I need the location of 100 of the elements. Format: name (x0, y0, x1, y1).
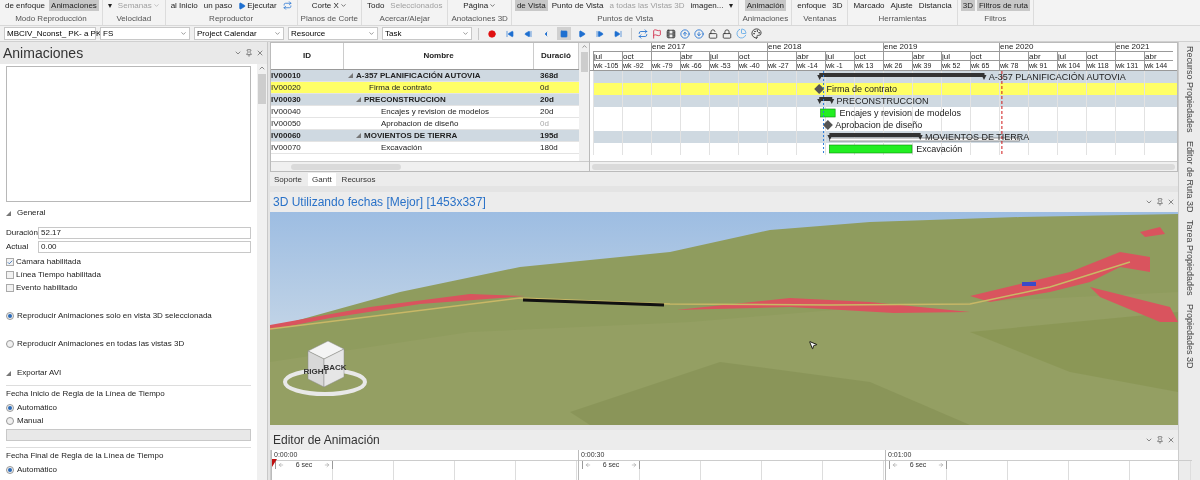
side-tab[interactable]: Editor de Ruta 3D (1182, 140, 1197, 213)
summary-bar[interactable] (817, 97, 835, 104)
summary-bar[interactable] (817, 73, 987, 80)
ribbon-button[interactable]: de Vista (514, 0, 548, 11)
checkbox[interactable] (6, 284, 14, 292)
collapse-arrow-icon[interactable] (356, 97, 361, 102)
ribbon-group-label: Animaciones (742, 13, 789, 25)
play-icon (578, 29, 586, 38)
ribbon-button[interactable]: Marcado (851, 0, 887, 11)
flag-icon[interactable] (652, 28, 662, 39)
side-tab[interactable]: Propiedades 3D (1182, 303, 1197, 369)
checkbox-label: Cámara habilitada (16, 256, 81, 268)
arrow-icon (276, 462, 286, 468)
checkbox[interactable] (6, 271, 14, 279)
ribbon-button[interactable]: Todo (365, 0, 387, 11)
toolbar-dropdown[interactable]: Task (382, 27, 472, 40)
toolbar-dropdown[interactable]: Project Calendar (194, 27, 284, 40)
ribbon-button[interactable]: de enfoque (3, 0, 48, 11)
collapse-arrow-icon[interactable] (6, 210, 11, 216)
task-row[interactable]: IV00020 Firma de contrato 0d (271, 82, 579, 94)
radio-button[interactable] (6, 417, 14, 425)
ribbon-button[interactable]: 3D (960, 0, 975, 11)
scroll-up-icon[interactable] (258, 64, 266, 72)
unlock-icon[interactable] (708, 28, 718, 39)
month-label: jul (1057, 51, 1086, 60)
scroll-thumb[interactable] (580, 52, 588, 72)
side-tab[interactable]: Recurso Propiedades (1182, 46, 1197, 133)
palette-icon[interactable] (751, 28, 762, 39)
radio-button[interactable] (6, 312, 14, 320)
pin-icon[interactable] (1156, 198, 1164, 206)
column-header[interactable]: Nombre (344, 43, 534, 69)
pin-icon[interactable] (245, 49, 253, 57)
ribbon-button[interactable]: ▾ (727, 0, 736, 11)
ribbon-dropdown[interactable]: Página (461, 0, 499, 11)
view-tab[interactable]: Soporte (270, 173, 307, 186)
terrain-3d-drawing[interactable] (270, 212, 1178, 425)
ribbon-button[interactable]: ▾ (105, 0, 114, 11)
arrow-icon (583, 462, 593, 468)
ribbon-button[interactable]: Punto de Vista (549, 0, 606, 11)
close-icon[interactable] (256, 49, 264, 57)
table-cell-text: IV00060 (271, 129, 302, 142)
animation-list[interactable] (6, 66, 251, 202)
text-field[interactable]: 0.00 (38, 241, 251, 253)
ribbon-button[interactable]: Filtros de ruta (976, 0, 1030, 11)
radio-label: Reproducir Animaciones solo en vista 3D seleccionada (17, 310, 212, 322)
task-row[interactable]: IV00060 MOVIENTOS DE TIERRA 195d (271, 130, 579, 142)
radio-button[interactable] (6, 340, 14, 348)
ribbon-button[interactable]: 3D (830, 0, 845, 11)
close-icon[interactable] (1167, 198, 1175, 206)
loop-icon[interactable] (638, 28, 648, 39)
table-cell-text: 0d (539, 81, 549, 94)
collapse-arrow-icon[interactable] (348, 73, 353, 78)
collapse-arrow-icon[interactable] (6, 370, 11, 376)
record-button[interactable] (485, 27, 499, 40)
task-row[interactable]: IV00040 Encajes y revision de modelos 20d (271, 106, 579, 118)
task-row[interactable]: IV00070 Excavación 180d (271, 142, 579, 154)
scrollbar[interactable] (257, 64, 267, 480)
scrollbar[interactable] (579, 43, 589, 161)
radio-button[interactable] (6, 466, 14, 474)
ribbon-button[interactable]: imagen... (688, 0, 726, 11)
view-tab[interactable]: Gantt (308, 173, 336, 186)
ribbon-button[interactable]: Animación (744, 0, 787, 11)
close-icon[interactable] (1167, 436, 1175, 444)
ribbon-dropdown[interactable]: Corte X (309, 0, 349, 11)
year-label: ene 2017 (651, 43, 767, 51)
month-label: oct (854, 51, 883, 60)
table-cell-text: IV00030 (271, 93, 302, 106)
ribbon-button[interactable]: un paso (201, 0, 235, 11)
ribbon-button[interactable]: Ajuste (888, 0, 915, 11)
ribbon-button[interactable]: Distancia (916, 0, 954, 11)
toolbar-dropdown[interactable]: Resource (288, 27, 378, 40)
section-header[interactable]: General (17, 207, 46, 219)
ribbon-button[interactable]: enfoque (795, 0, 829, 11)
horizontal-scrollbar[interactable] (590, 161, 1177, 171)
view-tab[interactable]: Recursos (337, 173, 380, 186)
radio-label: Reproducir Animaciones en todas las vistas 3D (17, 338, 185, 350)
month-label: abr (680, 51, 709, 60)
task-row[interactable]: IV00010 A-357 PLANIFICACIÓN AUTOVIA 368d (271, 70, 579, 82)
checkbox[interactable] (6, 258, 14, 266)
section-header[interactable]: Exportar AVI (17, 367, 62, 379)
ribbon-button[interactable]: al Inicio (168, 0, 200, 11)
pin-icon[interactable] (1156, 436, 1164, 444)
playhead-marker[interactable] (272, 459, 277, 467)
run-button[interactable]: Ejecutar (236, 0, 279, 11)
toolbar-dropdown[interactable]: FS (100, 27, 190, 40)
pie-icon[interactable] (736, 28, 747, 39)
horizontal-scrollbar[interactable] (271, 161, 589, 171)
table-cell-text: IV00050 (271, 117, 302, 130)
ribbon-button[interactable]: Animaciones (49, 0, 99, 11)
scroll-up-icon[interactable] (580, 43, 588, 50)
side-tab[interactable]: Tarea Propiedades (1182, 220, 1197, 296)
film-icon[interactable] (666, 28, 676, 39)
task-row[interactable]: IV00030 PRECONSTRUCCION 20d (271, 94, 579, 106)
lock-icon[interactable] (722, 28, 732, 39)
collapse-arrow-icon[interactable] (356, 133, 361, 138)
radio-button[interactable] (6, 404, 14, 412)
text-field[interactable]: 52.17 (38, 227, 251, 239)
stop-button[interactable] (557, 27, 571, 40)
scroll-thumb[interactable] (258, 74, 266, 104)
column-header[interactable]: ID (271, 43, 344, 69)
